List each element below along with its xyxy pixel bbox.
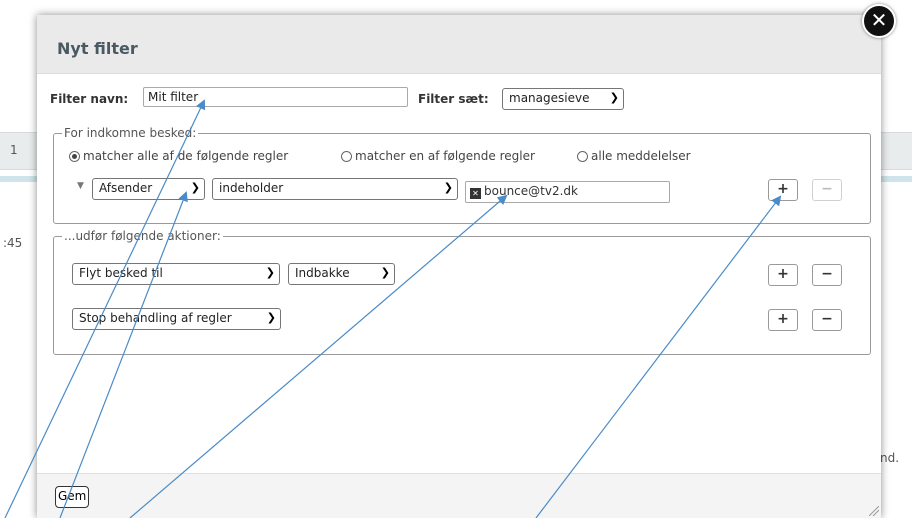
add-action-button[interactable]: + xyxy=(768,309,798,331)
remove-action-button[interactable]: − xyxy=(812,264,842,286)
radio-all-messages[interactable]: alle meddelelser xyxy=(577,149,691,163)
dialog-title: Nyt filter xyxy=(57,39,138,58)
radio-unchecked-icon xyxy=(577,151,588,162)
rule-target-input[interactable]: ✕ bounce@tv2.dk xyxy=(465,181,670,203)
radio-checked-icon xyxy=(69,151,80,162)
new-filter-dialog: Nyt filter Filter navn: Filter sæt: mana… xyxy=(37,15,881,518)
action-stop-value: Stop behandling af regler xyxy=(79,311,232,325)
actions-legend: ...udfør følgende aktioner: xyxy=(64,229,221,243)
action-folder-value: Indbakke xyxy=(295,266,350,280)
remove-rule-button[interactable]: − xyxy=(812,179,842,201)
rule-operator-select[interactable]: indeholder ❯ xyxy=(212,178,458,200)
chevron-down-icon: ❯ xyxy=(380,266,390,279)
filter-set-label: Filter sæt: xyxy=(418,92,489,106)
chevron-down-icon: ❯ xyxy=(443,181,453,194)
close-icon[interactable]: ✕ xyxy=(862,4,896,38)
actions-fieldset: ...udfør følgende aktioner: xyxy=(53,229,871,355)
rule-operator-value: indeholder xyxy=(219,181,284,195)
dialog-footer: Gem xyxy=(37,473,881,518)
remove-action-button[interactable]: − xyxy=(812,309,842,331)
filter-name-input[interactable] xyxy=(143,87,408,107)
rule-header-select[interactable]: Afsender ❯ xyxy=(92,178,205,200)
chevron-down-icon: ❯ xyxy=(265,266,275,279)
radio-match-any[interactable]: matcher en af følgende regler xyxy=(341,149,535,163)
address-book-icon: ✕ xyxy=(470,188,481,199)
action-folder-select[interactable]: Indbakke ❯ xyxy=(288,263,395,285)
radio-all-messages-label: alle meddelelser xyxy=(591,149,691,163)
chevron-down-icon: ❯ xyxy=(190,181,200,194)
action-select-stop[interactable]: Stop behandling af regler ❯ xyxy=(72,308,281,330)
rule-header-value: Afsender xyxy=(99,181,153,195)
chevron-down-icon: ❯ xyxy=(609,91,619,104)
filter-name-label: Filter navn: xyxy=(50,92,129,106)
radio-match-all[interactable]: matcher alle af de følgende regler xyxy=(69,149,288,163)
dialog-header: Nyt filter xyxy=(37,15,881,74)
incoming-rules-fieldset: For indkomne besked: xyxy=(53,126,871,224)
radio-unchecked-icon xyxy=(341,151,352,162)
radio-match-any-label: matcher en af følgende regler xyxy=(355,149,535,163)
action-move-value: Flyt besked til xyxy=(79,266,163,280)
action-select-move[interactable]: Flyt besked til ❯ xyxy=(72,263,280,285)
filter-set-select[interactable]: managesieve ❯ xyxy=(502,88,624,110)
add-rule-button[interactable]: + xyxy=(768,179,798,201)
filter-set-value: managesieve xyxy=(509,91,590,105)
save-button[interactable]: Gem xyxy=(55,486,90,508)
incoming-legend: For indkomne besked: xyxy=(64,126,197,140)
rule-target-value: bounce@tv2.dk xyxy=(484,184,578,198)
chevron-down-icon: ❯ xyxy=(266,311,276,324)
add-action-button[interactable]: + xyxy=(768,264,798,286)
rule-expand-icon[interactable]: ▼ xyxy=(77,181,84,191)
radio-match-all-label: matcher alle af de følgende regler xyxy=(83,149,289,163)
background-text: :45 xyxy=(3,236,23,250)
background-text: nd. xyxy=(880,451,900,465)
resize-grip-icon[interactable] xyxy=(869,506,879,516)
background-text: 1 xyxy=(10,143,18,157)
